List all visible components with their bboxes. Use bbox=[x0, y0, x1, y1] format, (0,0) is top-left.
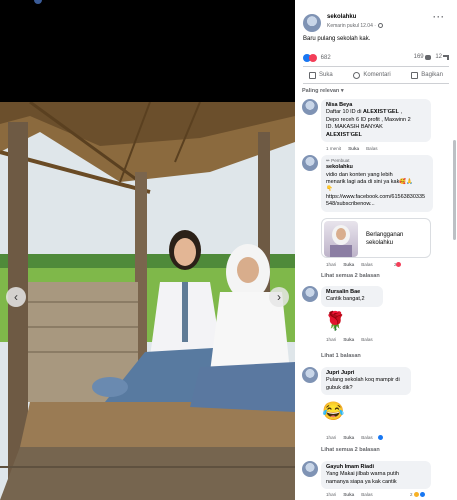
comment-time[interactable]: 1hari bbox=[326, 337, 336, 342]
comment-reply-button[interactable]: Balas bbox=[366, 146, 378, 151]
comment-bubble: Nisa Beya Daftar 10 ID di 𝐀𝐋𝐄𝐗𝐈𝐒𝐓'𝐆𝐄𝐋 , … bbox=[321, 99, 431, 143]
post-actions: Suka Komentari Bagikan bbox=[303, 68, 449, 82]
view-replies-link[interactable]: Lihat semua 2 balasan bbox=[321, 273, 380, 279]
share-count[interactable]: 12 bbox=[435, 54, 442, 60]
comment-count[interactable]: 169 bbox=[414, 54, 424, 60]
comment-reply-button[interactable]: Balas bbox=[361, 435, 373, 440]
commenter-avatar[interactable] bbox=[302, 99, 318, 115]
comment-time[interactable]: 1 menit bbox=[326, 146, 341, 151]
view-replies-link[interactable]: Lihat 1 balasan bbox=[321, 353, 361, 359]
rose-emoji-icon: 🌹 bbox=[324, 311, 347, 331]
commenter-name[interactable]: Jupri Jupri bbox=[326, 370, 354, 376]
comment-meta: 1hari Suka Balas bbox=[326, 337, 373, 342]
love-reaction-icon bbox=[309, 54, 317, 62]
commenter-avatar[interactable] bbox=[302, 286, 318, 302]
author-name[interactable]: sekolahku bbox=[327, 14, 356, 20]
comment-bubble-icon bbox=[424, 54, 431, 60]
subscribe-card[interactable]: Berlangganan sekolahku bbox=[321, 218, 431, 258]
divider bbox=[303, 83, 449, 84]
comment-time[interactable]: 1hari bbox=[326, 262, 336, 267]
thumbs-up-icon bbox=[309, 71, 316, 79]
subscribe-link[interactable]: https://www.facebook.com/61563830335548/… bbox=[326, 194, 428, 209]
more-options-icon[interactable]: ··· bbox=[433, 12, 445, 22]
haha-reaction-icon bbox=[413, 492, 419, 497]
commenter-name[interactable]: Mursalin Bae bbox=[326, 289, 360, 295]
comment-like-button[interactable]: Suka bbox=[343, 435, 354, 440]
author-avatar[interactable] bbox=[303, 14, 321, 32]
commenter-avatar[interactable] bbox=[302, 367, 318, 383]
comment-like-button[interactable]: Suka bbox=[348, 146, 359, 151]
commenter-name[interactable]: Nisa Beya bbox=[326, 102, 352, 108]
divider bbox=[303, 66, 449, 67]
comment-like-button[interactable]: Suka bbox=[343, 492, 354, 497]
laughing-emoji-icon: 😂 bbox=[322, 401, 345, 421]
commenter-name[interactable]: Gayuh Imam Riadi bbox=[326, 464, 374, 470]
comment-bubble: Jupri Jupri Pulang sekolah koq mampir di… bbox=[321, 367, 411, 396]
commenter-name[interactable]: sekolahku bbox=[326, 164, 353, 170]
share-arrow-icon bbox=[443, 54, 449, 60]
comment-meta: 1 menit Suka Balas bbox=[326, 146, 378, 151]
comment-like-button[interactable]: Suka bbox=[343, 337, 354, 342]
comment-meta: 1hari Suka Balas bbox=[326, 262, 373, 267]
photo-viewer: ‹ › bbox=[0, 0, 295, 500]
comment-reply-button[interactable]: Balas bbox=[361, 492, 373, 497]
comment-like-button[interactable]: Suka bbox=[343, 262, 354, 267]
chevron-left-icon: ‹ bbox=[14, 290, 18, 304]
comment-button[interactable]: Komentari bbox=[347, 68, 396, 82]
comment-sort-dropdown[interactable]: Paling relevan ▾ bbox=[302, 88, 344, 94]
share-button[interactable]: Bagikan bbox=[405, 68, 449, 82]
post-time[interactable]: Kemarin pukul 12.04 · bbox=[327, 23, 384, 29]
reaction-count[interactable]: 682 bbox=[321, 55, 331, 61]
comment-time[interactable]: 1hari bbox=[326, 435, 336, 440]
post-panel: sekolahku Kemarin pukul 12.04 · ··· Baru… bbox=[295, 0, 457, 500]
post-caption: Baru pulang sekolah kak. bbox=[303, 36, 371, 42]
post-stats: 682 169 12 bbox=[303, 54, 449, 64]
love-reaction-icon bbox=[395, 262, 401, 267]
comment-bubble: Mursalin Bae Cantik bangat,2 bbox=[321, 286, 383, 307]
facebook-logo-icon[interactable] bbox=[34, 0, 42, 4]
comment-bubble: ✏ Pembuat sekolahku vidio dan konten yan… bbox=[321, 155, 433, 212]
comment-reply-button[interactable]: Balas bbox=[361, 262, 373, 267]
comment-time[interactable]: 1hari bbox=[326, 492, 336, 497]
subscribe-card-image bbox=[324, 221, 358, 257]
comment-icon bbox=[353, 71, 361, 79]
comment-bubble: Gayuh Imam Riadi Yang Makai jilbab warna… bbox=[321, 461, 431, 490]
globe-icon bbox=[378, 23, 384, 29]
comment-reactions[interactable]: 2 bbox=[394, 262, 401, 267]
comment-meta: 1hari Suka Balas bbox=[326, 492, 373, 497]
view-replies-link[interactable]: Lihat semua 2 balasan bbox=[321, 447, 380, 453]
previous-photo-button[interactable]: ‹ bbox=[6, 287, 26, 307]
post-photo bbox=[0, 102, 295, 500]
post-header: sekolahku Kemarin pukul 12.04 · ··· bbox=[301, 12, 457, 34]
like-reaction-icon bbox=[378, 435, 383, 440]
subscribe-card-title: Berlangganan sekolahku bbox=[366, 232, 404, 247]
share-icon bbox=[411, 71, 419, 79]
next-photo-button[interactable]: › bbox=[269, 287, 289, 307]
comment-meta: 1hari Suka Balas bbox=[326, 435, 373, 440]
scrollbar[interactable] bbox=[453, 140, 456, 240]
comment-reactions[interactable] bbox=[378, 435, 383, 440]
commenter-avatar[interactable] bbox=[302, 155, 318, 171]
like-reaction-icon bbox=[419, 492, 425, 497]
commenter-avatar[interactable] bbox=[302, 461, 318, 477]
comment-reactions[interactable]: 2 bbox=[410, 492, 425, 497]
comment-reply-button[interactable]: Balas bbox=[361, 337, 373, 342]
chevron-right-icon: › bbox=[277, 290, 281, 304]
like-button[interactable]: Suka bbox=[303, 68, 339, 82]
